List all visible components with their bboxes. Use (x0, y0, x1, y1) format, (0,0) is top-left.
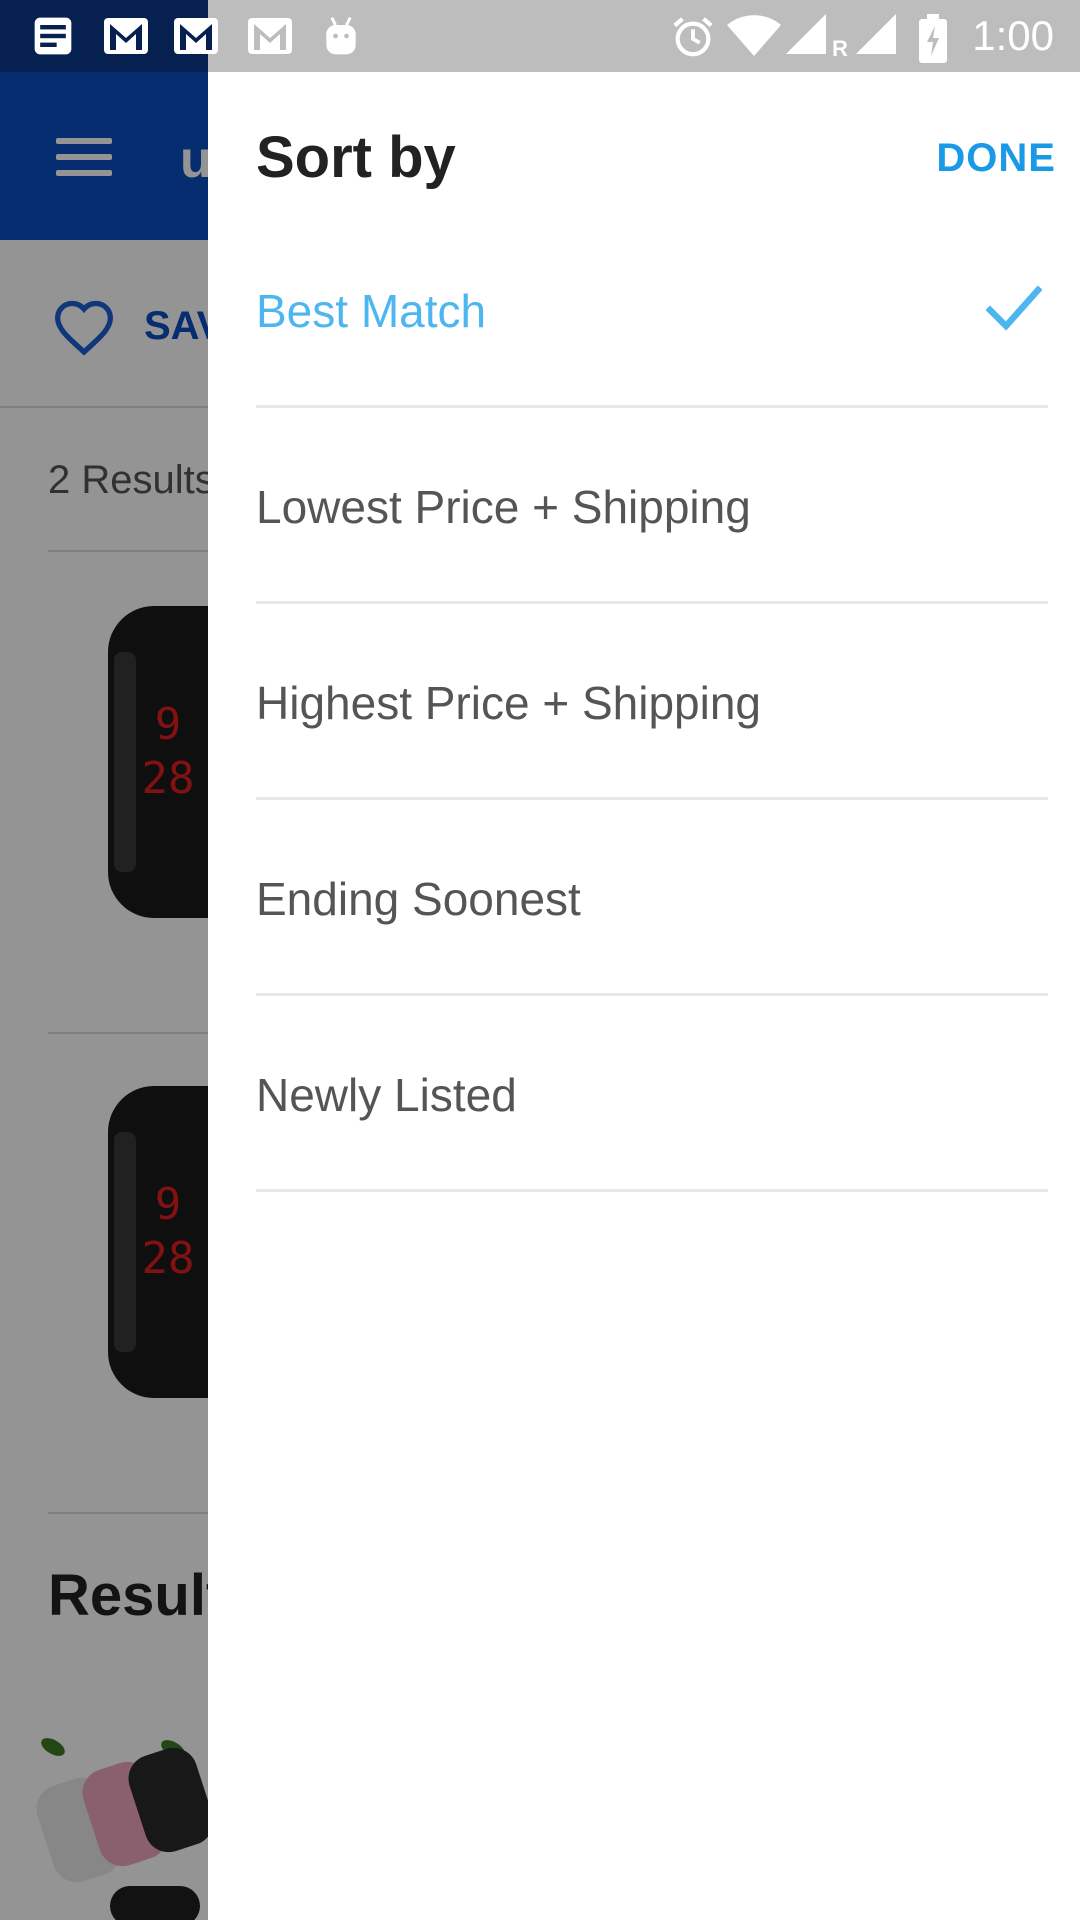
wifi-icon (727, 15, 781, 56)
battery-charging-icon (919, 14, 947, 63)
checkmark-icon (986, 285, 1042, 331)
sort-title: Sort by (256, 125, 456, 190)
status-bar: R 1:00 (0, 0, 1080, 72)
done-button[interactable]: DONE (936, 136, 1056, 181)
sort-option-label: Lowest Price + Shipping (256, 481, 751, 533)
sort-option-newly-listed[interactable]: Newly Listed (256, 996, 1048, 1192)
gmail-icon (174, 18, 218, 54)
sort-option-highest-price[interactable]: Highest Price + Shipping (256, 604, 1048, 800)
sort-option-label: Highest Price + Shipping (256, 677, 762, 729)
signal-icon (856, 14, 896, 54)
screen: u SAV 2 Results 9 28 9 28 Result R 1:00 … (0, 0, 1080, 1920)
news-icon (34, 17, 72, 55)
roaming-indicator: R (832, 36, 848, 61)
sort-option-label: Ending Soonest (256, 873, 581, 925)
sort-option-ending-soonest[interactable]: Ending Soonest (256, 800, 1048, 996)
gmail-icon (248, 18, 292, 54)
gmail-icon (104, 18, 148, 54)
sort-options-list: Best Match Lowest Price + Shipping Highe… (256, 212, 1048, 1192)
sort-sheet: Sort by DONE Best Match Lowest Price + S… (208, 72, 1080, 1920)
alarm-icon (673, 17, 713, 57)
sort-option-lowest-price[interactable]: Lowest Price + Shipping (256, 408, 1048, 604)
status-time: 1:00 (972, 12, 1054, 59)
sort-option-label: Newly Listed (256, 1069, 517, 1121)
sort-option-label: Best Match (256, 285, 487, 337)
android-icon (326, 17, 356, 55)
sort-option-best-match[interactable]: Best Match (256, 212, 1048, 408)
